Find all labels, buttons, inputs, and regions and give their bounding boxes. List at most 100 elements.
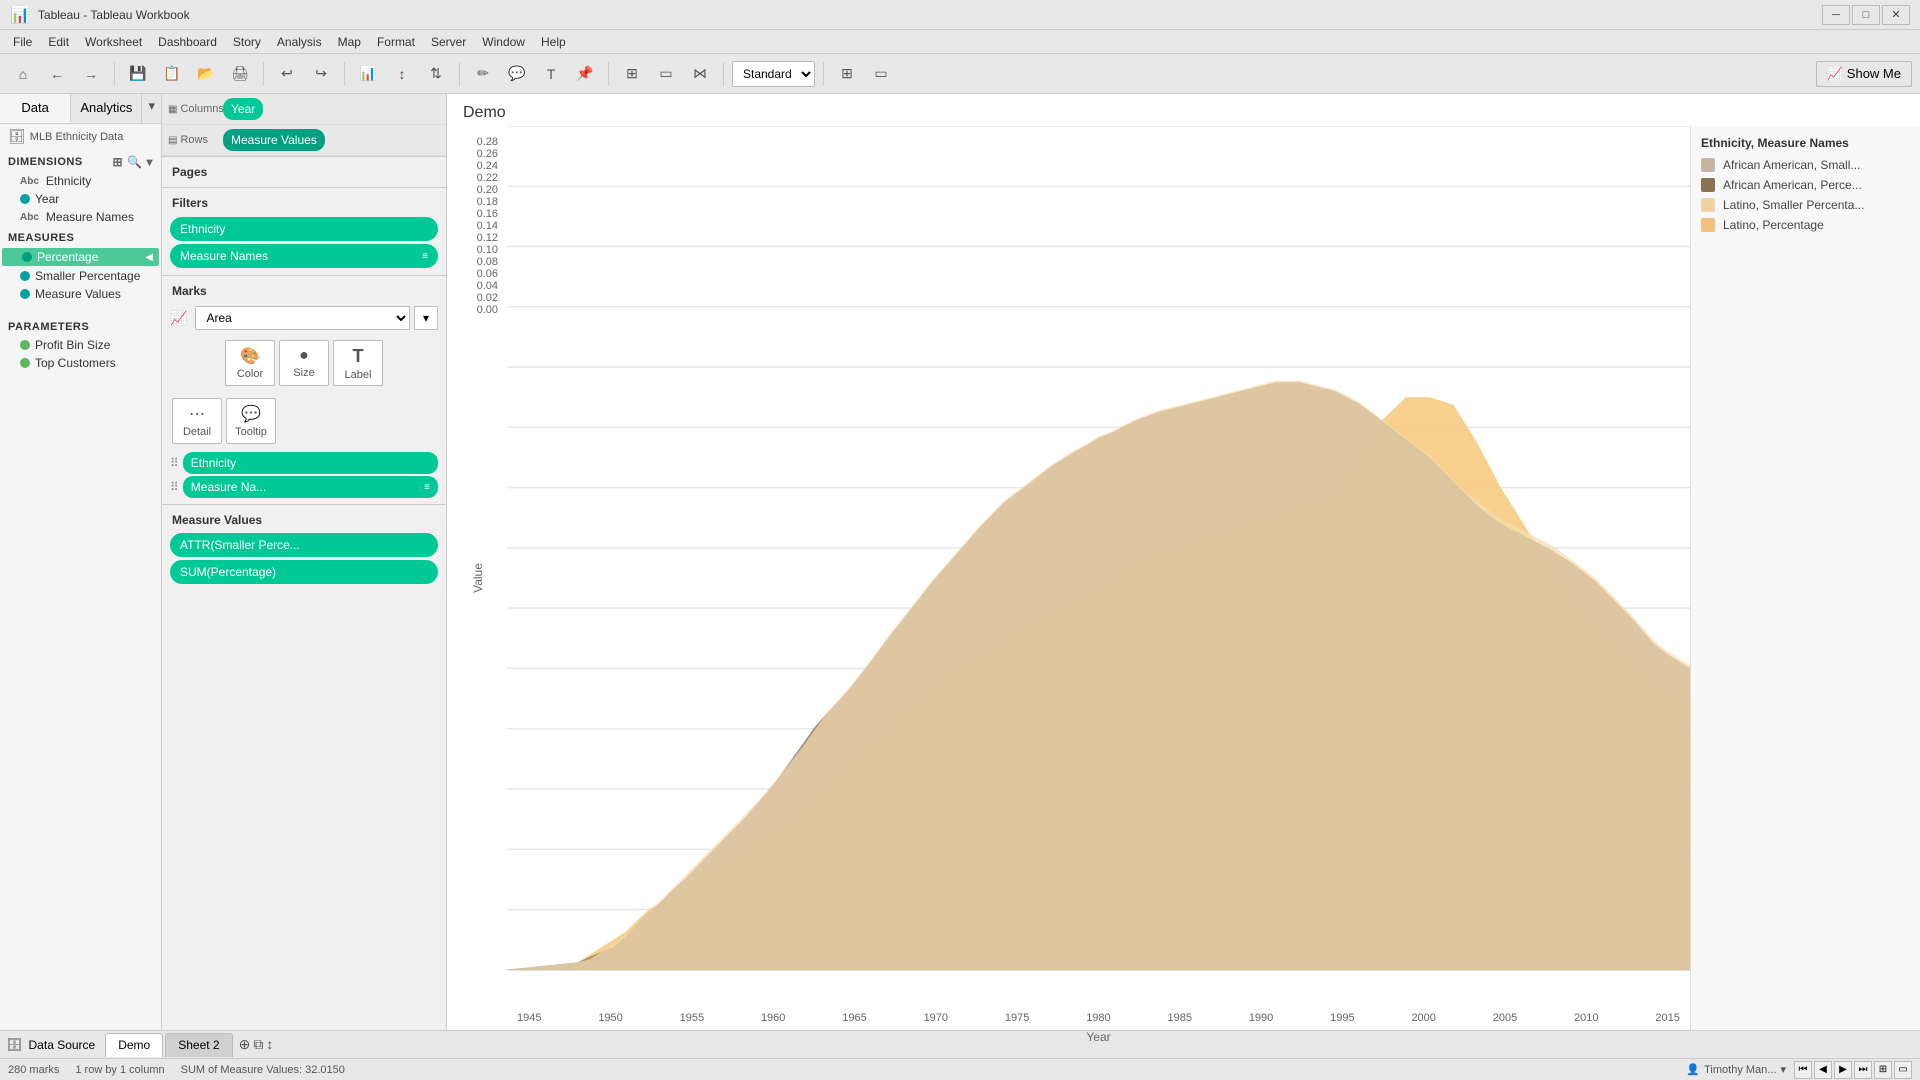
menu-worksheet[interactable]: Worksheet [77, 33, 150, 51]
sort-asc-button[interactable]: ↕ [387, 60, 417, 88]
tooltip-label: Tooltip [235, 426, 267, 438]
home-button[interactable]: ⌂ [8, 60, 38, 88]
tab-sheet2[interactable]: Sheet 2 [165, 1033, 232, 1057]
columns-shelf: ▦ Columns Year [162, 94, 446, 125]
highlight-button[interactable]: ✏ [468, 60, 498, 88]
close-button[interactable]: ✕ [1882, 5, 1910, 25]
measure-smaller-percentage[interactable]: Smaller Percentage [0, 267, 161, 285]
duplicate-tab-icon[interactable]: ⧉ [253, 1036, 263, 1053]
grid-button[interactable]: ⊞ [832, 60, 862, 88]
menu-format[interactable]: Format [369, 33, 423, 51]
data-source-icon[interactable]: 🗄 [6, 1037, 23, 1053]
fit-button[interactable]: ⊞ [617, 60, 647, 88]
tooltip-button-marks[interactable]: 💬 Tooltip [226, 398, 276, 444]
columns-label: ▦ Columns [168, 103, 223, 115]
data-source-item[interactable]: 🗄 MLB Ethnicity Data [0, 124, 161, 149]
detail-button[interactable]: ⋯ Detail [172, 398, 222, 444]
menu-help[interactable]: Help [533, 33, 574, 51]
mv-sum-percentage[interactable]: SUM(Percentage) [170, 560, 438, 584]
legend-label-3: Latino, Percentage [1723, 218, 1824, 232]
nav-last-button[interactable]: ⏭ [1854, 1061, 1872, 1079]
standard-dropdown[interactable]: Standard [732, 61, 815, 87]
share-button[interactable]: ⋈ [685, 60, 715, 88]
minimize-button[interactable]: ─ [1822, 5, 1850, 25]
menu-story[interactable]: Story [225, 33, 269, 51]
maximize-button[interactable]: □ [1852, 5, 1880, 25]
marks-ethnicity-pill[interactable]: Ethnicity [183, 452, 438, 474]
sidebar-options-icon[interactable]: ▾ [142, 94, 161, 123]
marks-buttons-row1: 🎨 Color ● Size T Label [162, 334, 446, 392]
dot-icon-profit-bin [20, 340, 30, 350]
pin-button[interactable]: 📌 [570, 60, 600, 88]
label-text: Label [345, 369, 372, 381]
marks-color-ethnicity-row: ⠿ Ethnicity [170, 452, 438, 474]
label-button-marks[interactable]: T Label [333, 340, 383, 386]
mv-attr-smaller[interactable]: ATTR(Smaller Perce... [170, 533, 438, 557]
user-dropdown-icon: ▾ [1780, 1063, 1786, 1076]
marks-measure-names-pill[interactable]: Measure Na... ≡ [183, 476, 438, 498]
back-button[interactable]: ← [42, 60, 72, 88]
dimension-year[interactable]: Year [0, 190, 161, 208]
nav-next-button[interactable]: ▶ [1834, 1061, 1852, 1079]
dimension-ethnicity[interactable]: Abc Ethnicity [0, 172, 161, 190]
tab-data[interactable]: Data [0, 94, 71, 123]
grid-icon[interactable]: ⊞ [112, 155, 123, 169]
status-user[interactable]: 👤 Timothy Man... ▾ [1686, 1063, 1786, 1076]
print-button[interactable]: 🖨 [225, 60, 255, 88]
y-axis-values: 0.28 0.26 0.24 0.22 0.20 0.18 0.16 0.14 … [447, 126, 502, 351]
undo-button[interactable]: ↩ [272, 60, 302, 88]
dot-icon-top-customers [20, 358, 30, 368]
redo-button[interactable]: ↪ [306, 60, 336, 88]
year-pill[interactable]: Year [223, 98, 263, 120]
x-1945: 1945 [517, 1012, 541, 1024]
tab-sheet2-label: Sheet 2 [178, 1038, 219, 1052]
dimension-measure-names[interactable]: Abc Measure Names [0, 208, 161, 226]
caption-button[interactable]: ▭ [866, 60, 896, 88]
nav-prev-button[interactable]: ◀ [1814, 1061, 1832, 1079]
size-button[interactable]: ● Size [279, 340, 329, 386]
tab-demo[interactable]: Demo [105, 1033, 163, 1057]
menu-file[interactable]: File [5, 33, 40, 51]
menu-dashboard[interactable]: Dashboard [150, 33, 225, 51]
nav-grid-button[interactable]: ⊞ [1874, 1061, 1892, 1079]
menu-window[interactable]: Window [474, 33, 533, 51]
nav-present-button[interactable]: ▭ [1894, 1061, 1912, 1079]
search-icon[interactable]: 🔍 [127, 155, 142, 169]
filter-ethnicity-label: Ethnicity [180, 222, 225, 236]
save-button[interactable]: 💾 [123, 60, 153, 88]
x-1990: 1990 [1249, 1012, 1273, 1024]
param-top-customers[interactable]: Top Customers [0, 354, 161, 372]
menu-analysis[interactable]: Analysis [269, 33, 330, 51]
expand-icon[interactable]: ▾ [146, 155, 153, 169]
label-button[interactable]: T [536, 60, 566, 88]
nav-first-button[interactable]: ⏮ [1794, 1061, 1812, 1079]
menu-map[interactable]: Map [330, 33, 369, 51]
dimensions-label: Dimensions [8, 156, 83, 168]
forward-button[interactable]: → [76, 60, 106, 88]
tooltip-button[interactable]: 💬 [502, 60, 532, 88]
marks-type-dropdown[interactable]: ▾ [414, 306, 438, 330]
filter-ethnicity[interactable]: Ethnicity [170, 217, 438, 241]
data-source-tab[interactable]: Data Source [29, 1038, 96, 1052]
marks-type-select[interactable]: Area [195, 306, 410, 330]
param-profit-bin[interactable]: Profit Bin Size [0, 336, 161, 354]
filter-measure-names[interactable]: Measure Names ≡ [170, 244, 438, 268]
add-tab-icon[interactable]: ⊕ [239, 1036, 251, 1053]
new-button[interactable]: 📋 [157, 60, 187, 88]
chart-type-button[interactable]: 📊 [353, 60, 383, 88]
title-bar: 📊 Tableau - Tableau Workbook ─ □ ✕ [0, 0, 1920, 30]
menu-edit[interactable]: Edit [40, 33, 77, 51]
measure-values-pill[interactable]: Measure Values [223, 129, 325, 151]
rows-label: ▤ Rows [168, 134, 223, 146]
measure-percentage[interactable]: Percentage ◀ [2, 248, 159, 266]
tab-analytics[interactable]: Analytics [71, 94, 142, 123]
measure-measure-values[interactable]: Measure Values [0, 285, 161, 303]
sort-desc-button[interactable]: ⇅ [421, 60, 451, 88]
open-button[interactable]: 📂 [191, 60, 221, 88]
menu-server[interactable]: Server [423, 33, 474, 51]
color-button[interactable]: 🎨 Color [225, 340, 275, 386]
parameters-label: Parameters [8, 321, 89, 333]
show-me-button[interactable]: 📈 Show Me [1816, 61, 1912, 87]
sort-tab-icon[interactable]: ↕ [266, 1036, 273, 1053]
presentation-button[interactable]: ▭ [651, 60, 681, 88]
